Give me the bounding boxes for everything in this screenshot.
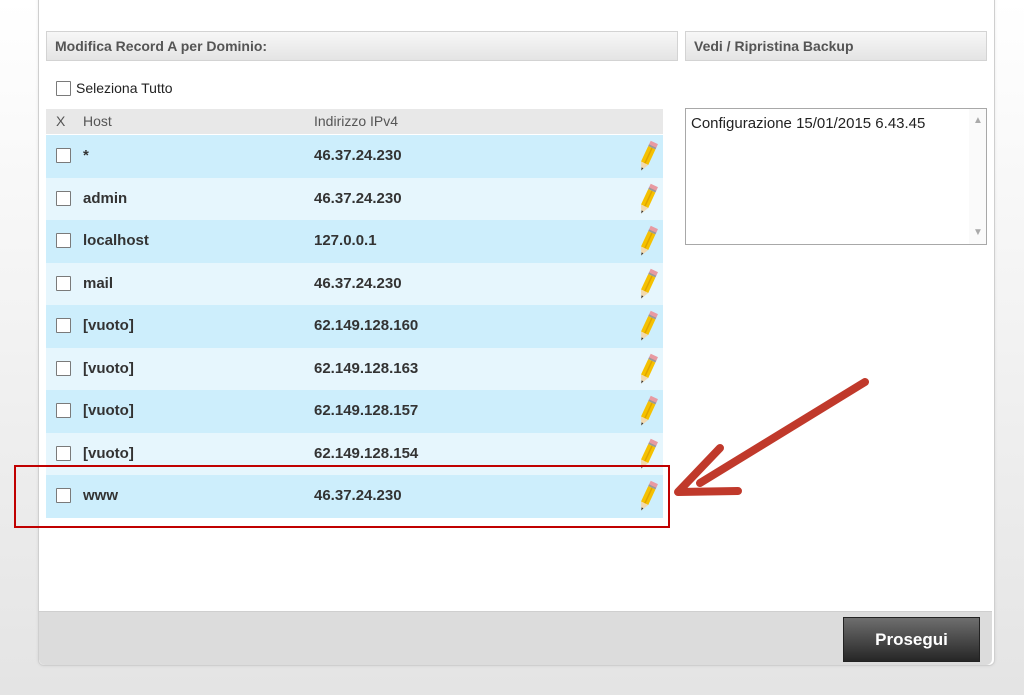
ip-cell: 62.149.128.163 (314, 359, 419, 377)
dns-records-table: * 46.37.24.230 admin 46.37.24.230 localh… (46, 135, 663, 518)
pencil-icon[interactable] (636, 224, 660, 258)
backup-list-scrollbar[interactable]: ▲ ▼ (969, 109, 986, 244)
table-row: [vuoto] 62.149.128.163 (46, 347, 663, 390)
row-checkbox[interactable] (56, 190, 71, 206)
ip-cell: 62.149.128.160 (314, 317, 419, 334)
pencil-icon[interactable] (636, 182, 660, 216)
ip-cell: 46.37.24.230 (314, 189, 402, 207)
row-checkbox[interactable] (56, 360, 71, 376)
backup-list-item[interactable]: Configurazione 15/01/2015 6.43.45 (691, 115, 925, 132)
column-header-x: X (56, 113, 66, 129)
pencil-icon[interactable] (636, 139, 660, 173)
row-checkbox[interactable] (56, 445, 71, 461)
row-checkbox[interactable] (56, 403, 71, 418)
table-row: [vuoto] 62.149.128.157 (46, 390, 663, 433)
scroll-up-icon[interactable]: ▲ (973, 115, 983, 126)
table-row: admin 46.37.24.230 (46, 177, 663, 220)
row-checkbox[interactable] (56, 318, 71, 333)
table-header: X Host Indirizzo IPv4 (46, 109, 663, 134)
host-cell: mail (83, 274, 114, 292)
row-checkbox[interactable] (56, 275, 71, 291)
host-cell: [vuoto] (83, 359, 134, 377)
host-cell: [vuoto] (83, 317, 134, 334)
table-row: localhost 127.0.0.1 (46, 220, 663, 263)
host-cell: [vuoto] (83, 402, 134, 419)
ip-cell: 46.37.24.230 (314, 274, 402, 292)
table-row: mail 46.37.24.230 (46, 262, 663, 305)
highlight-annotation-box (14, 465, 670, 528)
ip-cell: 127.0.0.1 (314, 232, 377, 249)
ip-cell: 62.149.128.157 (314, 402, 419, 419)
row-checkbox[interactable] (56, 233, 71, 248)
select-all-checkbox[interactable] (56, 80, 71, 96)
host-cell: admin (83, 189, 128, 207)
host-cell: localhost (83, 232, 149, 249)
backup-section-title: Vedi / Ripristina Backup (685, 31, 987, 61)
pencil-icon[interactable] (636, 394, 660, 428)
ip-cell: 46.37.24.230 (314, 147, 402, 164)
pencil-icon[interactable] (636, 352, 660, 386)
column-header-ip: Indirizzo IPv4 (314, 113, 399, 129)
row-checkbox[interactable] (56, 148, 71, 163)
select-all[interactable]: Seleziona Tutto (56, 80, 173, 96)
scroll-down-icon[interactable]: ▼ (973, 227, 983, 238)
dns-records-section-title: Modifica Record A per Dominio: (46, 31, 678, 61)
prosegui-button[interactable]: Prosegui (843, 617, 980, 662)
pencil-icon[interactable] (636, 267, 660, 301)
table-row: [vuoto] 62.149.128.160 (46, 305, 663, 348)
annotation-arrow-icon (674, 378, 869, 496)
host-cell: * (83, 147, 89, 164)
host-cell: [vuoto] (83, 444, 134, 462)
select-all-label: Seleziona Tutto (76, 80, 173, 96)
column-header-host: Host (83, 113, 112, 129)
backup-list[interactable]: Configurazione 15/01/2015 6.43.45 ▲ ▼ (685, 108, 987, 245)
ip-cell: 62.149.128.154 (314, 444, 419, 462)
table-row: * 46.37.24.230 (46, 135, 663, 178)
pencil-icon[interactable] (636, 309, 660, 343)
